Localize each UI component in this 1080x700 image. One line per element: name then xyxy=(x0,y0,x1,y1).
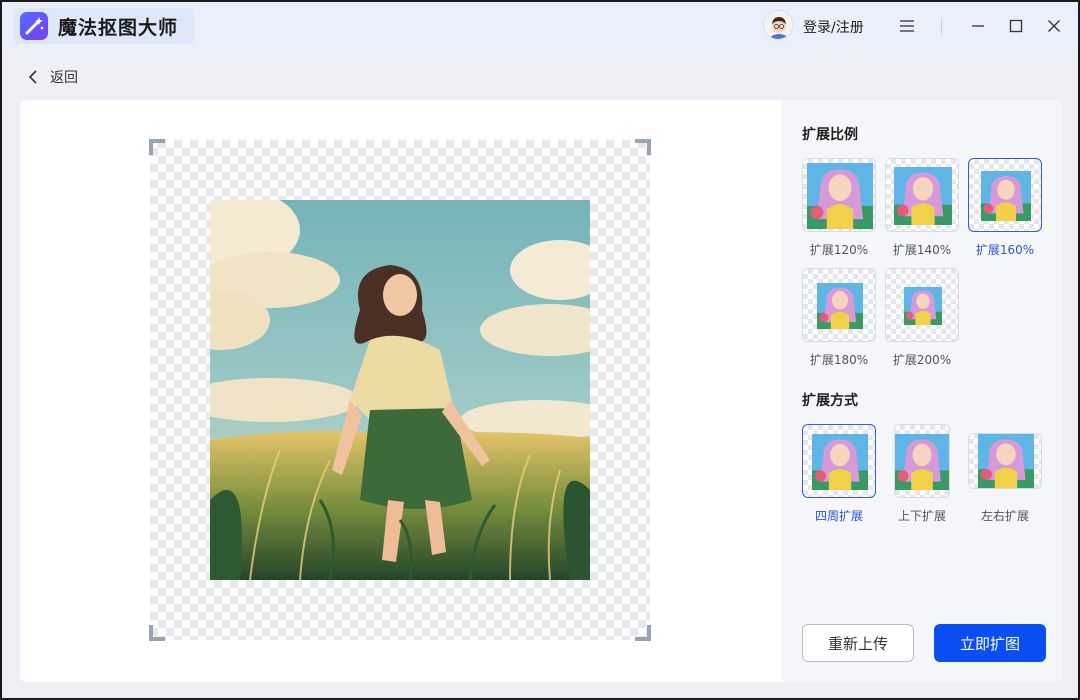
mode-option-label: 四周扩展 xyxy=(814,509,863,523)
ratio-thumbnail xyxy=(968,158,1042,232)
minimize-icon xyxy=(972,25,984,27)
mode-thumbnail xyxy=(802,424,876,498)
corner-handle-bottom-right[interactable] xyxy=(635,625,651,641)
app-title: 魔法抠图大师 xyxy=(58,16,179,39)
corner-handle-top-left[interactable] xyxy=(149,139,165,155)
close-button[interactable] xyxy=(1042,14,1066,38)
reupload-button[interactable]: 重新上传 xyxy=(802,624,914,662)
ratio-option[interactable]: 扩展140% xyxy=(885,158,959,258)
ratio-option[interactable]: 扩展180% xyxy=(802,268,876,368)
title-separator xyxy=(941,18,942,34)
source-image xyxy=(210,200,590,580)
close-icon xyxy=(1048,20,1060,32)
settings-panel: 扩展比例 扩展120% 扩展140% 扩展160% 扩展180% 扩展200% 扩展方式… xyxy=(782,100,1062,682)
expand-frame[interactable] xyxy=(149,139,651,641)
mode-thumbnail xyxy=(968,433,1042,489)
maximize-icon xyxy=(1009,19,1023,33)
ratio-option-label: 扩展160% xyxy=(975,243,1035,257)
back-label: 返回 xyxy=(50,70,78,86)
mode-option[interactable]: 四周扩展 xyxy=(802,424,876,524)
ratio-option-label: 扩展200% xyxy=(892,353,952,367)
login-register-link[interactable]: 登录/注册 xyxy=(803,17,864,37)
ratio-option[interactable]: 扩展200% xyxy=(885,268,959,368)
app-window: 魔法抠图大师 登录/注册 返回 扩展比例 扩展120% 扩展140% 扩展160… xyxy=(0,0,1080,700)
corner-handle-bottom-left[interactable] xyxy=(149,625,165,641)
app-brand: 魔法抠图大师 xyxy=(14,8,194,44)
mode-section-title: 扩展方式 xyxy=(802,393,858,409)
corner-handle-top-right[interactable] xyxy=(635,139,651,155)
mode-option[interactable]: 左右扩展 xyxy=(968,424,1042,524)
ratio-option-label: 扩展120% xyxy=(809,243,869,257)
expand-now-button[interactable]: 立即扩图 xyxy=(934,624,1046,662)
ratio-thumbnail xyxy=(885,158,959,232)
ratio-thumbnail xyxy=(802,268,876,342)
back-button[interactable]: 返回 xyxy=(28,66,78,88)
ratio-option[interactable]: 扩展160% xyxy=(968,158,1042,258)
ratio-thumbnail xyxy=(802,158,876,232)
mode-option-label: 左右扩展 xyxy=(980,509,1029,523)
ratio-option-label: 扩展140% xyxy=(892,243,952,257)
ratio-section-title: 扩展比例 xyxy=(802,127,858,143)
maximize-button[interactable] xyxy=(1004,14,1028,38)
title-bar: 魔法抠图大师 登录/注册 xyxy=(2,2,1078,50)
avatar-icon[interactable] xyxy=(763,10,793,40)
mode-thumbnail xyxy=(894,424,950,498)
minimize-button[interactable] xyxy=(966,14,990,38)
ratio-thumbnail xyxy=(885,268,959,342)
ratio-option-label: 扩展180% xyxy=(809,353,869,367)
ratio-option[interactable]: 扩展120% xyxy=(802,158,876,258)
mode-option-label: 上下扩展 xyxy=(897,509,946,523)
back-chevron-icon xyxy=(28,70,37,84)
menu-icon xyxy=(900,20,914,32)
logo-icon xyxy=(20,12,48,40)
canvas-area xyxy=(20,100,782,682)
mode-option[interactable]: 上下扩展 xyxy=(885,424,959,524)
menu-button[interactable] xyxy=(895,14,919,38)
